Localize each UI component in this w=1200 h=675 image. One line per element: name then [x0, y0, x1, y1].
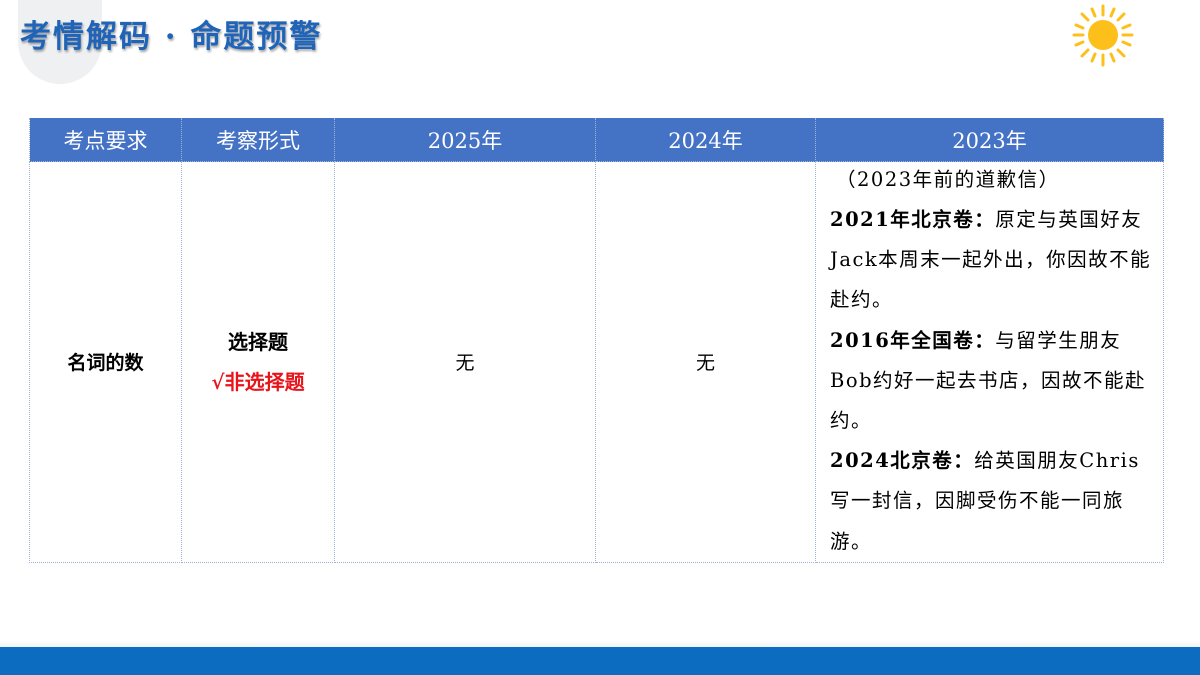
cell-2024: 无 — [595, 161, 816, 563]
header-2025: 2025年 — [334, 118, 596, 162]
table-row: 名词的数 选择题 √非选择题 无 无 （2023年前的道歉信） 2021年北京卷… — [29, 161, 1164, 563]
exam-analysis-table: 考点要求 考察形式 2025年 2024年 2023年 名词的数 选择题 √非选… — [29, 118, 1164, 563]
detail-intro: （2023年前的道歉信） — [836, 168, 1060, 191]
cell-2025: 无 — [334, 161, 596, 563]
form-option-non-choice: √非选择题 — [211, 369, 305, 394]
footer-bar — [0, 647, 1200, 675]
header-requirement: 考点要求 — [29, 118, 182, 162]
detail-item-label: 2021年北京卷： — [830, 208, 996, 231]
form-cell: 选择题 √非选择题 — [181, 161, 335, 563]
cell-2023: （2023年前的道歉信） 2021年北京卷：原定与英国好友Jack本周末一起外出… — [815, 161, 1164, 563]
sun-icon — [1072, 4, 1134, 67]
detail-item-label: 2016年全国卷： — [830, 328, 996, 352]
header-form: 考察形式 — [181, 118, 335, 162]
header-2024: 2024年 — [595, 118, 816, 162]
detail-item-2016: 2016年全国卷：与留学生朋友Bob约好一起去书店，因故不能赴约。 — [830, 321, 1157, 442]
requirement-cell: 名词的数 — [29, 161, 182, 563]
detail-item-2021: 2021年北京卷：原定与英国好友Jack本周末一起外出，你因故不能赴约。 — [830, 200, 1157, 321]
form-option-choice: 选择题 — [228, 329, 288, 354]
detail-item-2024: 2024北京卷：给英国朋友Chris写一封信，因脚受伤不能一同旅游。 — [830, 441, 1157, 562]
detail-item-label: 2024北京卷： — [830, 449, 975, 473]
page-title: 考情解码 · 命题预警 — [20, 19, 323, 55]
table-header-row: 考点要求 考察形式 2025年 2024年 2023年 — [29, 118, 1164, 162]
header-2023: 2023年 — [815, 118, 1164, 162]
